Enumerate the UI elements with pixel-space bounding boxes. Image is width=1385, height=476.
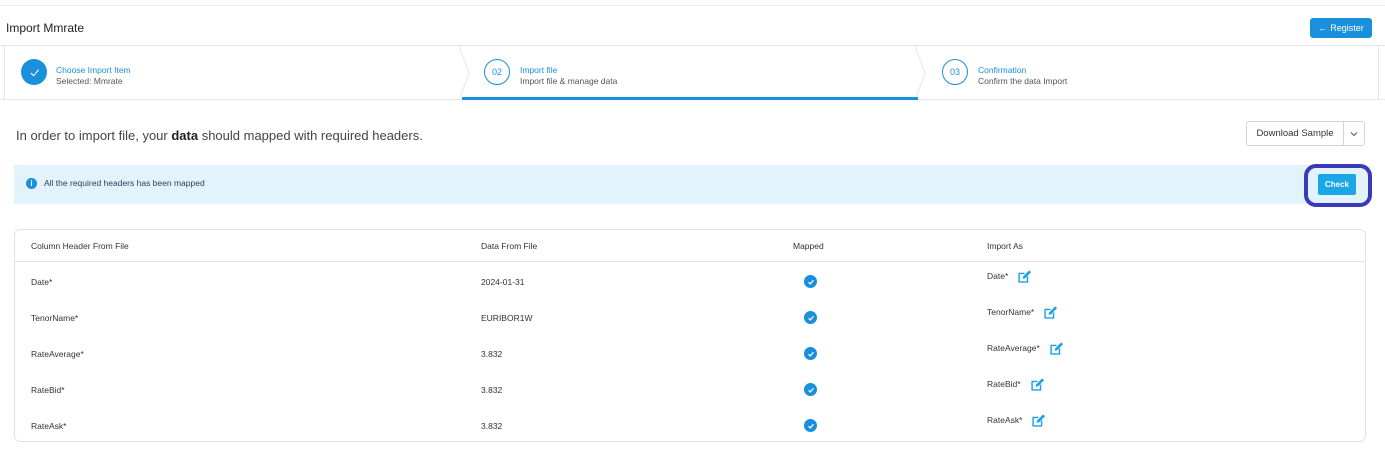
- step-choose-import-item[interactable]: Choose Import Item Selected: Mmrate: [0, 46, 462, 100]
- column-header-cell: RateAverage*: [31, 349, 84, 359]
- import-as-label: TenorName*: [987, 307, 1035, 317]
- top-border: [0, 0, 1385, 6]
- data-cell: 2024-01-31: [481, 277, 525, 287]
- table-row: RateBid* 3.832 RateBid*: [15, 371, 1365, 407]
- mapped-check-icon: [804, 419, 817, 432]
- step-title: Choose Import Item: [56, 65, 131, 75]
- step-subtitle: Confirm the data Import: [978, 76, 1068, 86]
- step-title: Import file: [520, 65, 558, 75]
- download-sample-button[interactable]: Download Sample: [1247, 122, 1344, 145]
- step-title: Confirmation: [978, 65, 1027, 75]
- mapping-status-alert: i All the required headers has been mapp…: [14, 165, 1370, 204]
- mapped-check-icon: [804, 275, 817, 288]
- step-number: 03: [942, 59, 968, 85]
- step-number: 02: [484, 59, 510, 85]
- import-as-label: RateAverage*: [987, 343, 1040, 353]
- edit-icon[interactable]: [1043, 305, 1058, 320]
- table-row: TenorName* EURIBOR1W TenorName*: [15, 299, 1365, 335]
- column-header: Import As: [987, 241, 1023, 251]
- step-separator-chevron: [458, 46, 470, 100]
- column-header-cell: TenorName*: [31, 313, 79, 323]
- step-subtitle: Selected: Mmrate: [56, 76, 123, 86]
- table-row: RateAverage* 3.832 RateAverage*: [15, 335, 1365, 371]
- data-cell: 3.832: [481, 421, 503, 431]
- download-sample-group: Download Sample: [1246, 121, 1365, 146]
- edit-icon[interactable]: [1031, 413, 1046, 428]
- step-subtitle: Import file & manage data: [520, 76, 618, 86]
- check-button[interactable]: Check: [1318, 174, 1356, 195]
- import-as-label: RateAsk*: [987, 415, 1023, 425]
- info-icon: i: [26, 178, 37, 189]
- import-as-label: Date*: [987, 271, 1009, 281]
- register-button[interactable]: ← Register: [1310, 18, 1372, 38]
- mapping-instruction: In order to import file, your data shoul…: [16, 128, 423, 143]
- alert-text: All the required headers has been mapped: [44, 178, 205, 188]
- step-separator-chevron: [914, 46, 926, 100]
- import-stepper: Choose Import Item Selected: Mmrate 02 I…: [0, 45, 1385, 100]
- stepper-right-border: [1378, 46, 1379, 100]
- table-header: Column Header From File Data From File M…: [15, 230, 1365, 262]
- step-import-file[interactable]: 02 Import file Import file & manage data: [470, 46, 918, 100]
- column-header: Data From File: [481, 241, 538, 251]
- step-confirmation[interactable]: 03 Confirmation Confirm the data Import: [928, 46, 1378, 100]
- column-header-cell: RateAsk*: [31, 421, 67, 431]
- data-cell: 3.832: [481, 385, 503, 395]
- register-label: Register: [1330, 23, 1364, 33]
- active-step-indicator: [462, 97, 918, 100]
- column-header: Column Header From File: [31, 241, 129, 251]
- page-title: Import Mmrate: [6, 21, 85, 35]
- edit-icon[interactable]: [1049, 341, 1064, 356]
- import-as-cell: RateAsk*: [987, 413, 1046, 428]
- edit-icon[interactable]: [1017, 269, 1032, 284]
- mapping-table: Column Header From File Data From File M…: [14, 229, 1366, 442]
- mapped-check-icon: [804, 311, 817, 324]
- table-row: RateAsk* 3.832 RateAsk*: [15, 407, 1365, 441]
- table-row: Date* 2024-01-31 Date*: [15, 263, 1365, 299]
- import-as-cell: RateBid*: [987, 377, 1045, 392]
- import-as-cell: TenorName*: [987, 305, 1058, 320]
- checkmark-icon: [21, 59, 47, 85]
- data-cell: 3.832: [481, 349, 503, 359]
- column-header: Mapped: [793, 241, 824, 251]
- chevron-down-icon[interactable]: [1344, 122, 1364, 145]
- column-header-cell: RateBid*: [31, 385, 65, 395]
- column-header-cell: Date*: [31, 277, 53, 287]
- mapped-check-icon: [804, 383, 817, 396]
- import-as-cell: Date*: [987, 269, 1032, 284]
- edit-icon[interactable]: [1030, 377, 1045, 392]
- arrow-left-icon: ←: [1318, 23, 1328, 33]
- import-as-label: RateBid*: [987, 379, 1021, 389]
- data-cell: EURIBOR1W: [481, 313, 533, 323]
- mapped-check-icon: [804, 347, 817, 360]
- import-as-cell: RateAverage*: [987, 341, 1064, 356]
